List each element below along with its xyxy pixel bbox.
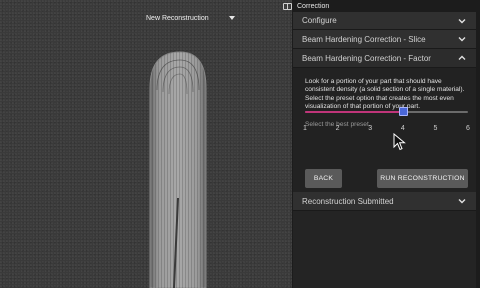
run-reconstruction-button[interactable]: RUN RECONSTRUCTION [377, 169, 468, 188]
panel-title: Correction [297, 2, 330, 10]
section-slice-header[interactable]: Beam Hardening Correction - Slice [293, 30, 476, 49]
ct-slice-image [149, 51, 207, 288]
back-button[interactable]: BACK [305, 169, 342, 188]
slider-handle[interactable] [398, 107, 408, 116]
slider-tick-label: 3 [368, 125, 373, 132]
slider-tick-label: 1 [303, 125, 307, 132]
reconstruction-viewer[interactable]: New Reconstruction [0, 0, 292, 288]
slider-tick-label: 5 [433, 125, 438, 132]
layout-toggle-icon[interactable] [283, 2, 292, 10]
chevron-down-icon [458, 199, 466, 204]
section-submitted-header[interactable]: Reconstruction Submitted [293, 192, 476, 211]
chevron-up-icon [458, 55, 466, 60]
section-factor-header[interactable]: Beam Hardening Correction - Factor [293, 49, 476, 68]
panel-header: Correction [280, 0, 480, 12]
section-configure-header[interactable]: Configure [293, 12, 476, 30]
panel-empty-area [293, 211, 476, 288]
preset-slider[interactable] [305, 106, 470, 118]
chevron-down-icon [458, 37, 466, 42]
slider-tick-labels: 1 2 3 4 5 6 [303, 125, 473, 135]
caret-down-icon [228, 16, 235, 20]
section-configure-title: Configure [302, 16, 337, 25]
section-factor-title: Beam Hardening Correction - Factor [302, 53, 431, 63]
reconstruction-dropdown[interactable]: New Reconstruction [146, 10, 246, 26]
slider-tick-label: 6 [466, 125, 470, 132]
chevron-down-icon [458, 18, 466, 23]
mouse-pointer-icon [393, 133, 406, 151]
section-submitted-title: Reconstruction Submitted [302, 196, 394, 206]
slider-tick-label: 4 [400, 125, 405, 132]
section-slice-title: Beam Hardening Correction - Slice [302, 34, 426, 44]
slider-tick-label: 2 [335, 125, 340, 132]
reconstruction-dropdown-label: New Reconstruction [146, 14, 209, 22]
slider-fill [305, 111, 403, 113]
correction-panel: Configure Beam Hardening Correction - Sl… [293, 12, 476, 288]
